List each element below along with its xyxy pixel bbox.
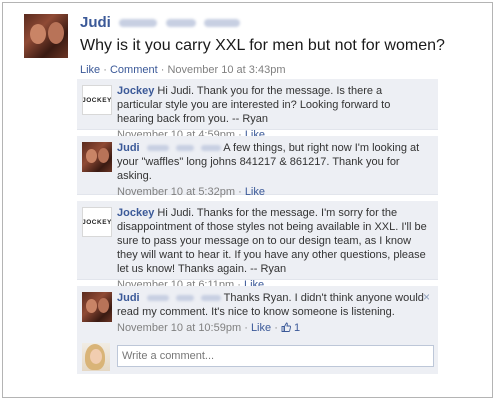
post-timestamp[interactable]: November 10 at 3:43pm xyxy=(167,64,285,76)
post-text: Why is it you carry XXL for men but not … xyxy=(80,37,445,54)
comment-item: JOCKEY Jockey Hi Judi. Thanks for the me… xyxy=(77,201,438,291)
separator: · xyxy=(274,322,278,334)
like-count-number: 1 xyxy=(293,322,301,334)
close-icon[interactable]: × xyxy=(423,290,430,304)
redacted-name-part xyxy=(200,145,221,152)
redacted-name-part xyxy=(165,18,196,27)
thumbs-up-icon xyxy=(281,322,291,332)
current-user-avatar[interactable] xyxy=(82,343,110,371)
comment-like-link[interactable]: Like xyxy=(245,186,265,198)
post-comment-link[interactable]: Comment xyxy=(110,64,158,76)
redacted-name-part xyxy=(146,295,169,302)
redacted-name-part xyxy=(119,18,158,27)
comment-list: JOCKEY Jockey Hi Judi. Thank you for the… xyxy=(77,79,438,344)
like-count[interactable]: 1 xyxy=(281,322,300,334)
comment-timestamp[interactable]: November 10 at 10:59pm xyxy=(117,322,241,334)
redacted-name-part xyxy=(200,295,221,302)
separator: · xyxy=(238,186,242,198)
author-avatar[interactable] xyxy=(24,14,68,58)
post-author-name[interactable]: Judi xyxy=(80,14,111,31)
redacted-name-part xyxy=(204,18,241,27)
write-comment-row xyxy=(77,340,438,374)
jockey-logo-text: JOCKEY xyxy=(82,218,112,226)
redacted-name-part xyxy=(175,295,194,302)
jockey-logo-avatar[interactable]: JOCKEY xyxy=(82,207,112,237)
comment-like-link[interactable]: Like xyxy=(251,322,271,334)
redacted-name-part xyxy=(175,145,194,152)
comment-input[interactable] xyxy=(117,345,434,367)
redacted-name-part xyxy=(146,145,169,152)
post-meta: Like · Comment · November 10 at 3:43pm xyxy=(80,64,484,76)
comment-text: Hi Judi. Thanks for the message. I'm sor… xyxy=(117,207,427,275)
comment-timestamp[interactable]: November 10 at 5:32pm xyxy=(117,186,235,198)
separator: · xyxy=(160,64,165,76)
comment-author[interactable]: Judi xyxy=(117,292,140,304)
comment-item: JOCKEY Jockey Hi Judi. Thank you for the… xyxy=(77,79,438,141)
jockey-logo-avatar[interactable]: JOCKEY xyxy=(82,85,112,115)
comment-item: Judi A few things, but right now I'm loo… xyxy=(77,136,438,198)
post-like-link[interactable]: Like xyxy=(80,64,100,76)
jockey-logo-text: JOCKEY xyxy=(82,96,112,104)
comment-author[interactable]: Jockey xyxy=(117,85,154,97)
separator: · xyxy=(103,64,107,76)
commenter-avatar[interactable] xyxy=(82,292,112,322)
comment-author[interactable]: Jockey xyxy=(117,207,154,219)
separator: · xyxy=(244,322,248,334)
comment-text: Hi Judi. Thank you for the message. Is t… xyxy=(117,85,391,125)
comment-author[interactable]: Judi xyxy=(117,142,140,154)
commenter-avatar[interactable] xyxy=(82,142,112,172)
comment-item: × Judi Thanks Ryan. I didn't think anyon… xyxy=(77,286,438,343)
